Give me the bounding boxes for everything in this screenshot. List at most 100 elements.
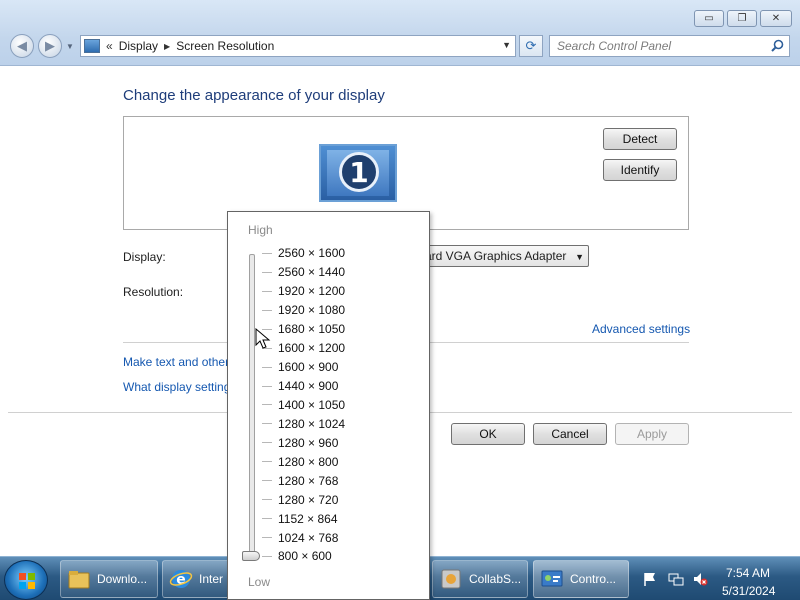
monitor-number: 1: [339, 152, 379, 192]
slider-tick: [262, 252, 272, 254]
monitor-1-icon[interactable]: 1: [319, 144, 397, 202]
resolution-option[interactable]: 1152 × 864: [262, 509, 422, 528]
resolution-option[interactable]: 2560 × 1440: [262, 263, 422, 282]
resolution-option-label: 1440 × 900: [278, 379, 339, 394]
taskbar-item-collab[interactable]: CollabS...: [432, 560, 528, 598]
resolution-option[interactable]: 1400 × 1050: [262, 396, 422, 415]
resolution-option-label: 1280 × 768: [278, 473, 339, 488]
resolution-option-label: 1400 × 1050: [278, 397, 346, 412]
display-select[interactable]: ard VGA Graphics Adapter ▼: [420, 245, 589, 267]
display-select-value: ard VGA Graphics Adapter: [425, 249, 567, 263]
resolution-label: Resolution:: [123, 285, 184, 299]
advanced-settings-link[interactable]: Advanced settings: [592, 322, 690, 336]
resolution-option-label: 1680 × 1050: [278, 322, 346, 337]
slider-tick: [262, 537, 272, 539]
slider-tick: [262, 423, 272, 425]
resolution-option-label: 1600 × 900: [278, 360, 339, 375]
caption-buttons: ▭ ❐ ✕: [694, 10, 792, 27]
forward-button[interactable]: ▶: [38, 34, 62, 58]
resolution-option-label: 2560 × 1440: [278, 265, 346, 280]
arrow-left-icon: ◀: [17, 38, 27, 53]
resolution-option[interactable]: 800 × 600: [262, 547, 422, 566]
control-panel-icon: [84, 39, 100, 53]
minimize-button[interactable]: ▭: [694, 10, 724, 27]
slider-tick: [262, 461, 272, 463]
slider-tick: [262, 366, 272, 368]
resolution-option[interactable]: 1680 × 1050: [262, 320, 422, 339]
resolution-option-label: 1280 × 960: [278, 435, 339, 450]
mouse-cursor-icon: [255, 328, 271, 349]
search-input[interactable]: Search Control Panel: [549, 35, 790, 57]
address-bar[interactable]: « Display ▶ Screen Resolution ▼: [80, 35, 516, 57]
volume-muted-icon[interactable]: [692, 571, 708, 587]
resolution-option[interactable]: 1920 × 1200: [262, 282, 422, 301]
identify-button[interactable]: Identify: [603, 159, 677, 181]
resolution-slider-thumb[interactable]: [242, 551, 260, 561]
resolution-option[interactable]: 1440 × 900: [262, 377, 422, 396]
address-overflow-chevron[interactable]: «: [106, 39, 113, 53]
slider-tick: [262, 442, 272, 444]
recent-pages-dropdown[interactable]: ▼: [66, 42, 74, 51]
slider-tick: [262, 555, 272, 557]
resolution-option-label: 1024 × 768: [278, 530, 339, 545]
resolution-option[interactable]: 1600 × 1200: [262, 339, 422, 358]
cancel-button[interactable]: Cancel: [533, 423, 607, 445]
resolution-option[interactable]: 1920 × 1080: [262, 301, 422, 320]
resolution-option[interactable]: 1024 × 768: [262, 528, 422, 547]
slider-tick: [262, 404, 272, 406]
breadcrumb-separator-icon[interactable]: ▶: [164, 42, 170, 51]
action-center-flag-icon[interactable]: [642, 571, 658, 587]
apply-button: Apply: [615, 423, 689, 445]
clock-date[interactable]: 5/31/2024: [722, 584, 775, 598]
clock-time[interactable]: 7:54 AM: [726, 566, 770, 580]
resolution-option[interactable]: 1280 × 720: [262, 490, 422, 509]
close-button[interactable]: ✕: [760, 10, 792, 27]
resolution-option-label: 1280 × 800: [278, 454, 339, 469]
breadcrumb-display[interactable]: Display: [119, 39, 158, 53]
taskbar-item-label: CollabS...: [469, 572, 522, 586]
taskbar-item-label: Inter: [199, 572, 224, 586]
start-button[interactable]: [4, 560, 48, 600]
resolution-dropdown-popup: High 2560 × 1600 2560 × 1440 1920 × 1200 19…: [227, 211, 430, 600]
resolution-option[interactable]: 1280 × 960: [262, 433, 422, 452]
back-button[interactable]: ◀: [10, 34, 34, 58]
slider-tick: [262, 480, 272, 482]
resolution-option[interactable]: 1280 × 1024: [262, 414, 422, 433]
detect-button[interactable]: Detect: [603, 128, 677, 150]
resolution-option[interactable]: 1280 × 800: [262, 452, 422, 471]
address-dropdown-icon[interactable]: ▼: [502, 40, 511, 50]
resolution-option-label: 1280 × 1024: [278, 416, 346, 431]
title-bar: ▭ ❐ ✕ ◀ ▶ ▼ « Display ▶ Screen Resolutio…: [0, 0, 800, 66]
resolution-slider-track[interactable]: [249, 254, 255, 556]
display-label: Display:: [123, 250, 166, 264]
restore-button[interactable]: ❐: [727, 10, 757, 27]
resolution-options-list: 2560 × 1600 2560 × 1440 1920 × 1200 1920 × …: [262, 244, 422, 566]
resolution-option-label: 800 × 600: [278, 549, 332, 564]
taskbar-item-label: Contro...: [570, 572, 617, 586]
resolution-option-label: 1920 × 1200: [278, 284, 346, 299]
network-icon[interactable]: [668, 571, 684, 587]
breadcrumb-screen-resolution[interactable]: Screen Resolution: [176, 39, 274, 53]
search-icon[interactable]: [771, 39, 784, 52]
resolution-option-label: 1600 × 1200: [278, 341, 346, 356]
folder-icon: [68, 571, 90, 589]
text-size-link[interactable]: Make text and other: [123, 355, 229, 369]
search-placeholder: Search Control Panel: [557, 39, 672, 53]
collab-app-icon: [441, 569, 461, 589]
slider-tick: [262, 385, 272, 387]
resolution-option[interactable]: 1280 × 768: [262, 471, 422, 490]
taskbar-item-control-panel[interactable]: Contro...: [533, 560, 629, 598]
arrow-right-icon: ▶: [45, 38, 55, 53]
resolution-option[interactable]: 2560 × 1600: [262, 244, 422, 263]
control-panel-icon: [541, 570, 563, 587]
taskbar-item-downloads[interactable]: Downlo...: [60, 560, 158, 598]
taskbar-item-label: Downlo...: [97, 572, 148, 586]
display-settings-help-link[interactable]: What display setting: [123, 380, 230, 394]
monitor-screen: 1: [327, 150, 389, 196]
taskbar-item-internet-explorer[interactable]: e Inter: [162, 560, 230, 598]
slider-tick: [262, 499, 272, 501]
refresh-button[interactable]: ⟳: [519, 35, 543, 57]
ok-button[interactable]: OK: [451, 423, 525, 445]
resolution-option[interactable]: 1600 × 900: [262, 358, 422, 377]
internet-explorer-icon: e: [169, 570, 193, 588]
